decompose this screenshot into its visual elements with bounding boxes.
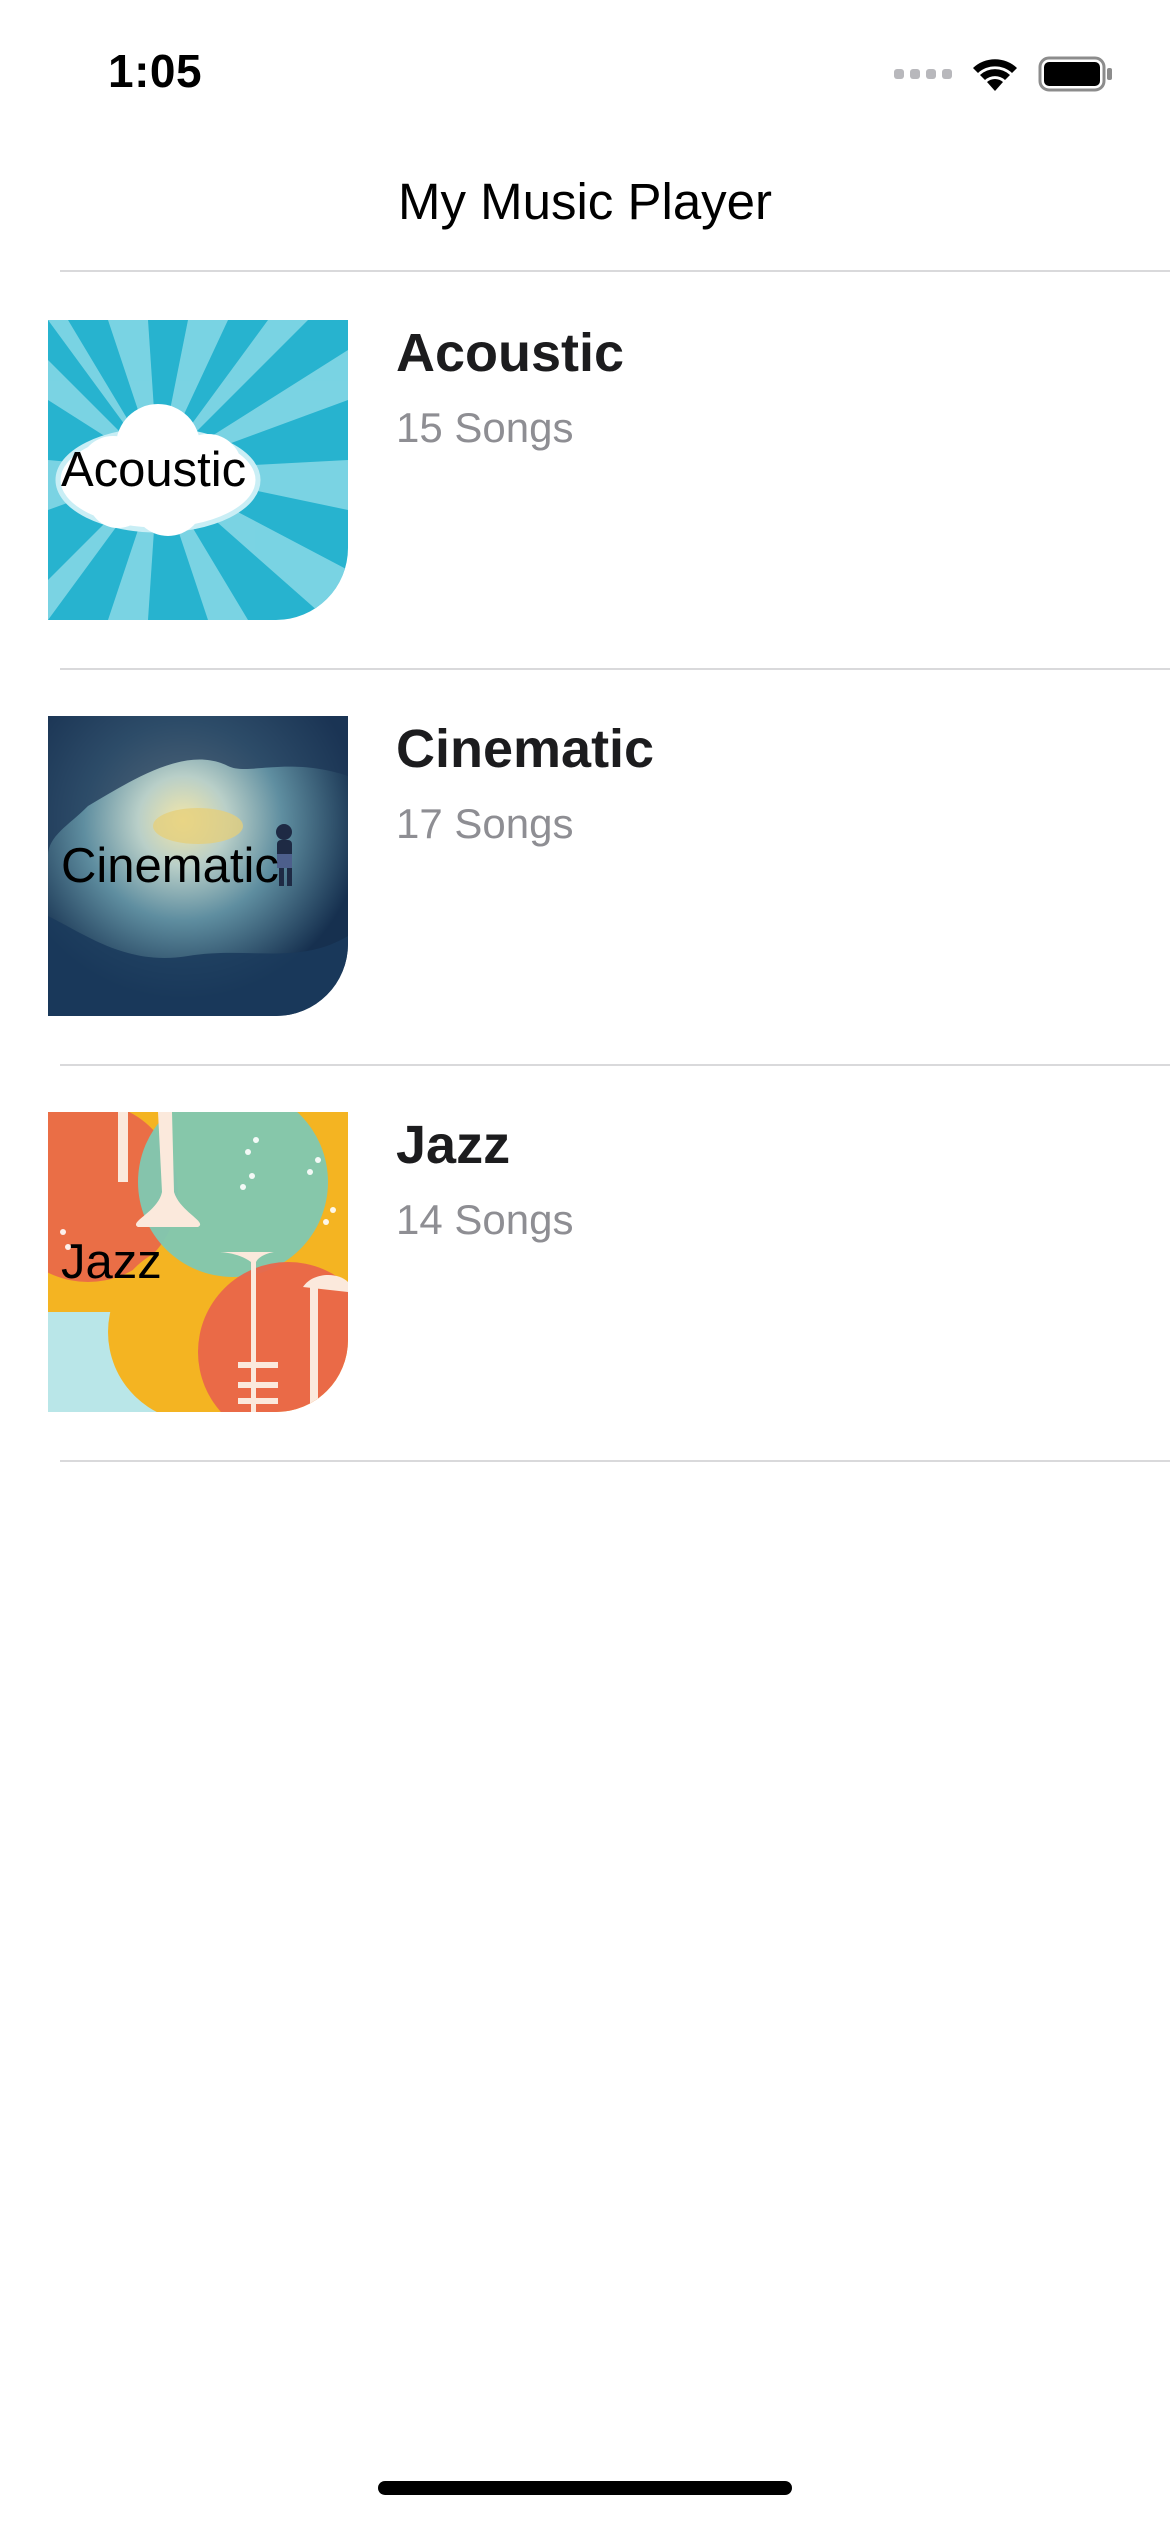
playlist-song-count: 14 Songs	[396, 1196, 574, 1243]
wifi-icon	[973, 59, 1017, 91]
artwork-label: Jazz	[61, 1235, 162, 1289]
playlist-row-acoustic[interactable]: Acoustic Acoustic 15 Songs	[48, 274, 1170, 670]
playlist-title: Acoustic	[396, 323, 625, 383]
artwork-label: Acoustic	[61, 443, 247, 497]
cinematic-artwork: Cinematic	[48, 716, 348, 1016]
nav-divider	[60, 270, 1170, 272]
page-title: My Music Player	[397, 173, 773, 230]
navigation-bar: My Music Player	[0, 150, 1170, 272]
jazz-artwork: Jazz	[48, 1112, 348, 1412]
playlist-text: Cinematic 17 Songs	[396, 716, 654, 848]
playlist-row-jazz[interactable]: Jazz Jazz 14 Songs	[48, 1066, 1170, 1462]
playlist-song-count: 15 Songs	[396, 404, 574, 451]
playlist-title: Jazz	[396, 1115, 511, 1175]
playlist-text: Jazz 14 Songs	[396, 1112, 573, 1244]
battery-icon	[1038, 56, 1112, 92]
playlist-song-count: 17 Songs	[396, 800, 574, 847]
home-indicator[interactable]	[378, 2481, 792, 2495]
playlist-title: Cinematic	[396, 719, 655, 779]
status-bar: 1:05	[0, 0, 1170, 150]
playlist-text: Acoustic 15 Songs	[396, 320, 624, 452]
playlist-row-cinematic[interactable]: Cinematic Cinematic 17 Songs	[48, 670, 1170, 1066]
artwork-label: Cinematic	[61, 839, 279, 893]
playlist-list: Acoustic Acoustic 15 Songs Cinematic Cin…	[0, 274, 1170, 1462]
acoustic-artwork: Acoustic	[48, 320, 348, 620]
status-time: 1:05	[108, 45, 203, 97]
signal-icon	[894, 69, 952, 79]
status-icons	[894, 54, 1114, 94]
